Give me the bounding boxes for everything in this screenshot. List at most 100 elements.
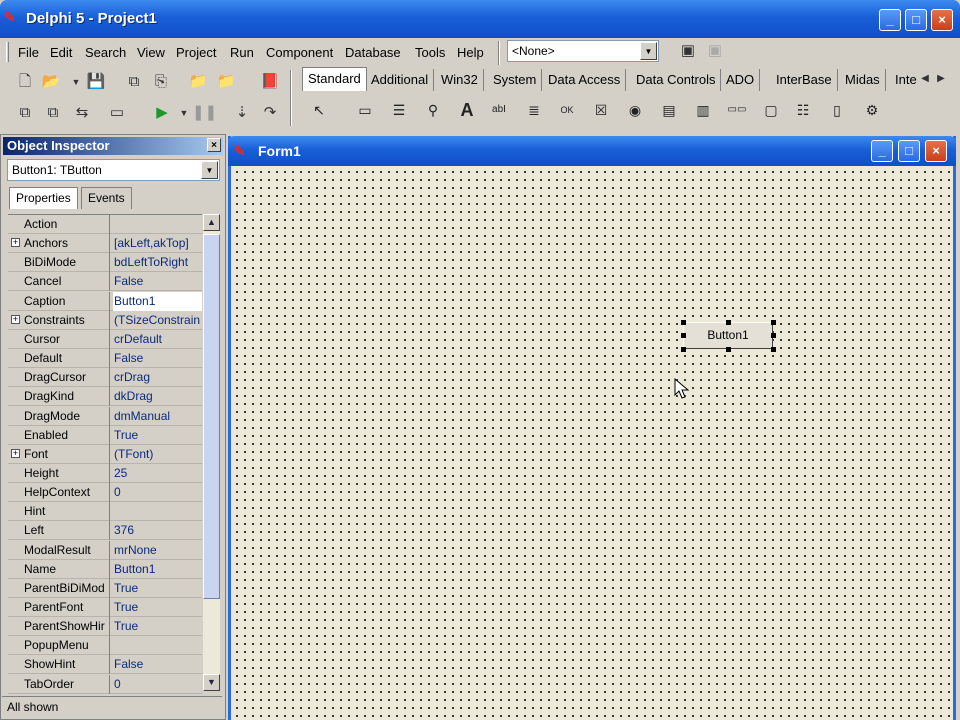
palette-tab-midas[interactable]: Midas <box>840 69 886 91</box>
property-row[interactable]: + Constraints (TSizeConstrain <box>8 310 202 330</box>
palette-tab-data-access[interactable]: Data Access <box>543 69 627 91</box>
property-row[interactable]: Enabled True <box>8 425 202 445</box>
open-icon[interactable]: 📂 <box>39 70 63 94</box>
menu-edit[interactable]: Edit <box>50 45 72 60</box>
save-desktop-icon[interactable]: ▣ <box>676 39 700 63</box>
button1-component[interactable]: Button1 <box>683 322 773 349</box>
property-value[interactable] <box>113 215 202 234</box>
property-row[interactable]: Action <box>8 215 202 234</box>
resize-handle[interactable] <box>681 320 686 325</box>
scroll-down-icon[interactable]: ▼ <box>203 674 220 691</box>
menu-file[interactable]: File <box>18 45 39 60</box>
menu-help[interactable]: Help <box>457 45 484 60</box>
property-row[interactable]: + Anchors [akLeft,akTop] <box>8 234 202 254</box>
radio-button-icon[interactable]: ◉ <box>622 96 648 124</box>
palette-tab-data-controls[interactable]: Data Controls <box>631 69 722 91</box>
panel-icon[interactable]: ▯ <box>824 96 850 124</box>
listbox-icon[interactable]: ▤ <box>656 96 682 124</box>
palette-tab-standard[interactable]: Standard <box>302 67 367 91</box>
menu-view[interactable]: View <box>137 45 165 60</box>
property-row[interactable]: PopupMenu <box>8 636 202 656</box>
property-row[interactable]: Cancel False <box>8 272 202 292</box>
property-row[interactable]: DragKind dkDrag <box>8 387 202 407</box>
palette-tab-win32[interactable]: Win32 <box>436 69 484 91</box>
property-value[interactable]: 0 <box>113 483 202 502</box>
toggle-form-unit-icon[interactable]: ⇆ <box>70 101 94 125</box>
object-inspector-title-bar[interactable]: Object Inspector × <box>3 137 223 155</box>
resize-handle[interactable] <box>726 347 731 352</box>
property-value[interactable]: dkDrag <box>113 387 202 406</box>
property-row[interactable]: HelpContext 0 <box>8 483 202 503</box>
property-value[interactable]: 25 <box>113 464 202 483</box>
property-value[interactable]: 376 <box>113 521 202 540</box>
property-value[interactable]: Button1 <box>113 560 202 579</box>
help-book-icon[interactable]: 📕 <box>258 70 282 94</box>
label-icon[interactable]: A <box>454 96 480 124</box>
palette-scroll-right-icon[interactable]: ▶ <box>934 67 948 91</box>
property-value[interactable]: True <box>113 617 202 636</box>
tab-events[interactable]: Events <box>81 187 132 209</box>
chevron-down-icon[interactable]: ▼ <box>640 42 657 60</box>
main-title-bar[interactable]: ✎ Delphi 5 - Project1 _ □ × <box>0 0 960 38</box>
property-row[interactable]: + Font (TFont) <box>8 444 202 464</box>
object-selector[interactable]: Button1: TButton ▼ <box>7 159 220 181</box>
scroll-thumb[interactable] <box>203 234 220 599</box>
property-row[interactable]: DragCursor crDrag <box>8 368 202 388</box>
edit-icon[interactable]: abI <box>486 96 512 124</box>
property-row[interactable]: Left 376 <box>8 521 202 541</box>
main-menu-icon[interactable]: ☰ <box>386 96 412 124</box>
pointer-icon[interactable]: ↖ <box>306 96 332 124</box>
property-value[interactable] <box>113 636 202 655</box>
resize-handle[interactable] <box>681 333 686 338</box>
maximize-button[interactable]: □ <box>905 9 927 31</box>
form-title-bar[interactable]: ✎ Form1 _ □ × <box>228 136 956 166</box>
property-row[interactable]: Hint <box>8 502 202 522</box>
property-value[interactable]: 0 <box>113 675 202 694</box>
property-value[interactable]: Button1 <box>113 291 202 311</box>
save-all-icon[interactable]: ⧉ <box>122 70 146 94</box>
property-row[interactable]: ParentBiDiMod True <box>8 578 202 598</box>
chevron-down-icon[interactable]: ▼ <box>201 161 218 179</box>
palette-scroll-left-icon[interactable]: ◀ <box>918 67 932 91</box>
checkbox-icon[interactable]: ☒ <box>588 96 614 124</box>
property-value[interactable]: crDrag <box>113 368 202 387</box>
property-row[interactable]: TabOrder 0 <box>8 674 202 694</box>
property-value[interactable] <box>113 502 202 521</box>
form-close-button[interactable]: × <box>925 140 947 162</box>
menu-tools[interactable]: Tools <box>415 45 445 60</box>
form-design-surface[interactable] <box>231 166 953 720</box>
property-row[interactable]: Caption Button1 <box>8 291 202 311</box>
property-value[interactable]: (TSizeConstrain <box>113 311 202 330</box>
run-icon[interactable]: ▶ <box>150 101 174 125</box>
menu-component[interactable]: Component <box>266 45 333 60</box>
button-icon[interactable]: OK <box>554 96 580 124</box>
palette-tab-interbase[interactable]: InterBase <box>771 69 838 91</box>
set-debug-desktop-icon[interactable]: ▣ <box>703 39 727 63</box>
remove-file-icon[interactable]: 📁 <box>214 70 238 94</box>
property-value[interactable]: dmManual <box>113 407 202 426</box>
property-value[interactable]: True <box>113 426 202 445</box>
view-unit-icon[interactable]: ⧉ <box>13 101 37 125</box>
property-row[interactable]: ParentShowHir True <box>8 617 202 637</box>
property-row[interactable]: Name Button1 <box>8 559 202 579</box>
view-form-icon[interactable]: ⧉ <box>41 101 65 125</box>
form-maximize-button[interactable]: □ <box>898 140 920 162</box>
property-row[interactable]: ParentFont True <box>8 598 202 617</box>
palette-tab-internet[interactable]: Inte <box>890 69 922 91</box>
resize-handle[interactable] <box>771 347 776 352</box>
property-row[interactable]: BiDiMode bdLeftToRight <box>8 253 202 273</box>
save-icon[interactable]: 💾 <box>84 70 108 94</box>
actionlist-icon[interactable]: ⚙ <box>859 96 885 124</box>
property-value[interactable]: crDefault <box>113 330 202 349</box>
property-row[interactable]: ModalResult mrNone <box>8 540 202 560</box>
memo-icon[interactable]: ≣ <box>521 96 547 124</box>
resize-handle[interactable] <box>771 333 776 338</box>
palette-tab-system[interactable]: System <box>488 69 543 91</box>
menu-project[interactable]: Project <box>176 45 216 60</box>
property-row[interactable]: DragMode dmManual <box>8 406 202 426</box>
popup-menu-icon[interactable]: ⚲ <box>420 96 446 124</box>
frames-icon[interactable]: ▭ <box>352 96 378 124</box>
property-value[interactable]: (TFont) <box>113 445 202 464</box>
resize-handle[interactable] <box>771 320 776 325</box>
add-file-icon[interactable]: 📁 <box>186 70 210 94</box>
